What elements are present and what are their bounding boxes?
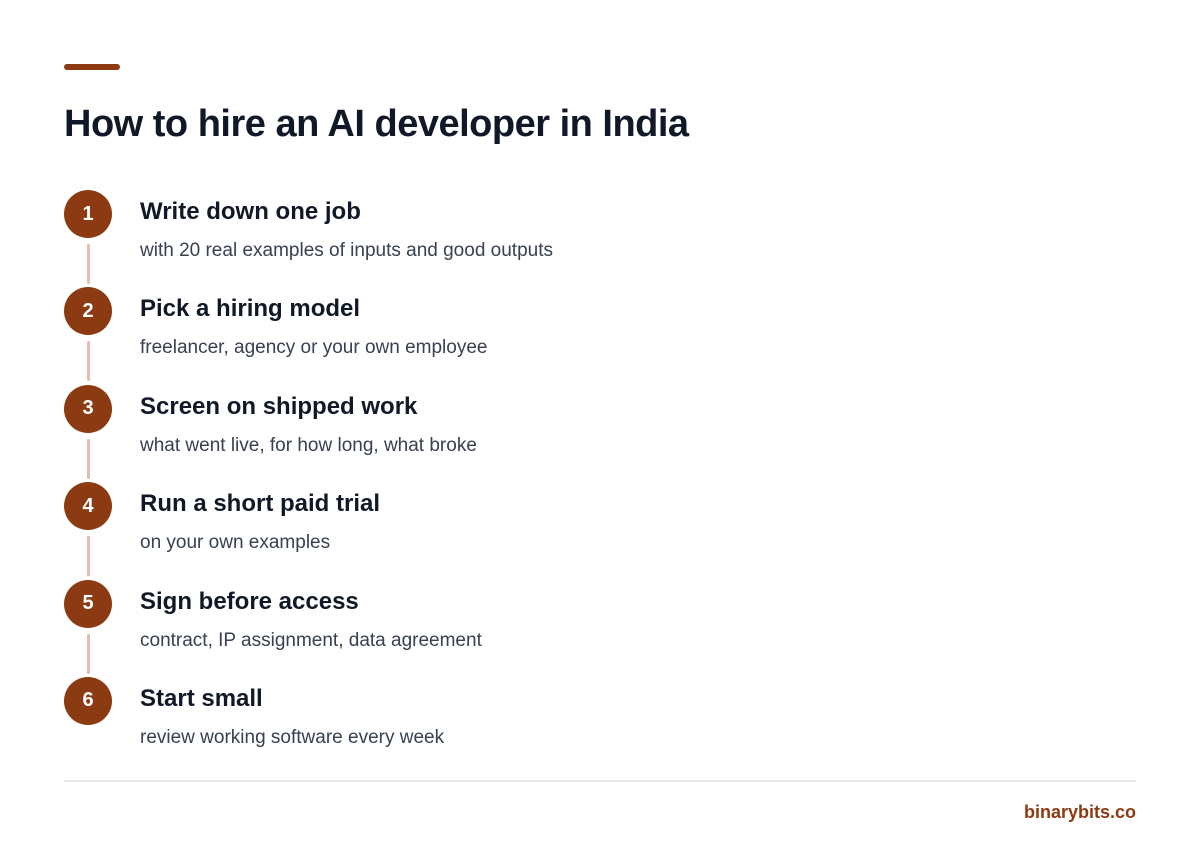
step-connector — [86, 536, 90, 577]
step-description: contract, IP assignment, data agreement — [140, 629, 482, 651]
step-number-badge: 4 — [64, 482, 112, 531]
step-title: Write down one job — [140, 198, 361, 225]
step-title: Run a short paid trial — [140, 490, 381, 518]
step-title: Sign before access — [140, 587, 359, 615]
step-description: what went live, for how long, what broke — [140, 434, 477, 456]
step-3: 3 Screen on shipped work what went live,… — [64, 384, 1136, 482]
brand-label: binarybits.co — [1023, 802, 1136, 822]
step-number-badge: 3 — [64, 384, 112, 433]
step-description: review working software every week — [140, 726, 445, 748]
step-description: with 20 real examples of inputs and good… — [140, 240, 553, 261]
step-number-badge: 5 — [64, 579, 112, 628]
step-title: Pick a hiring model — [140, 295, 361, 323]
step-number-badge: 2 — [64, 287, 112, 336]
step-connector — [86, 341, 90, 382]
step-connector — [86, 438, 90, 479]
step-5: 5 Sign before access contract, IP assign… — [64, 579, 1136, 677]
accent-bar — [64, 64, 120, 70]
step-number-badge: 1 — [64, 190, 112, 238]
step-title: Start small — [140, 684, 263, 712]
step-number-badge: 6 — [64, 676, 112, 725]
step-6: 6 Start small review working software ev… — [64, 676, 1136, 774]
step-connector — [86, 244, 90, 284]
step-1: 1 Write down one job with 20 real exampl… — [64, 190, 1136, 287]
step-2: 2 Pick a hiring model freelancer, agency… — [64, 287, 1136, 384]
step-connector — [86, 633, 90, 674]
step-4: 4 Run a short paid trial on your own exa… — [64, 482, 1136, 579]
steps-list: 1 Write down one job with 20 real exampl… — [64, 190, 1136, 774]
page-title: How to hire an AI developer in India — [64, 103, 689, 145]
step-description: freelancer, agency or your own employee — [140, 337, 488, 359]
footer-divider — [64, 780, 1136, 782]
step-description: on your own examples — [140, 532, 331, 554]
step-title: Screen on shipped work — [140, 392, 418, 420]
